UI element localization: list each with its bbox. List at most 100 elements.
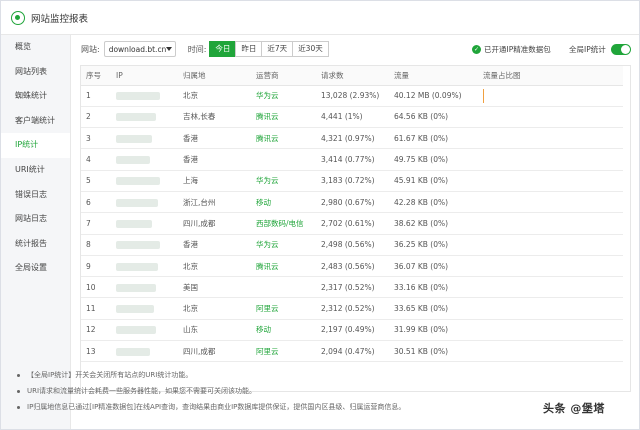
- site-select-value: download.bt.cn: [108, 44, 167, 54]
- cell-isp: 阿里云: [251, 340, 316, 363]
- sidebar-item[interactable]: 蜘蛛统计: [1, 84, 70, 109]
- time-tab[interactable]: 昨日: [235, 41, 263, 57]
- table-row: 6 浙江,台州 移动 2,980 (0.67%) 42.28 KB (0%): [81, 191, 623, 214]
- sidebar-item[interactable]: 网站日志: [1, 207, 70, 232]
- cell-ratio: [478, 319, 623, 342]
- cell-no: 6: [81, 191, 111, 214]
- cell-traffic: 61.67 KB (0%): [389, 127, 478, 150]
- column-header: 运营商: [251, 66, 316, 86]
- ip-redacted: [116, 241, 160, 250]
- cell-isp: 华为云: [251, 170, 316, 192]
- cell-isp: 华为云: [251, 234, 316, 256]
- ip-redacted: [116, 198, 158, 207]
- cell-ratio: [478, 276, 623, 299]
- table-row: 5 上海 华为云 3,183 (0.72%) 45.91 KB (0%): [81, 170, 623, 192]
- sidebar-item[interactable]: 客户端统计: [1, 109, 70, 134]
- cell-location: 四川,成都: [178, 340, 251, 363]
- site-select[interactable]: download.bt.cn: [103, 41, 176, 57]
- time-label: 时间:: [187, 44, 207, 54]
- ip-redacted: [116, 177, 160, 186]
- note-text: IP归属地信息已通过[IP精准数据包]在线API查询，查询结果由商业IP数据库提…: [27, 403, 406, 411]
- sidebar-item[interactable]: 全局设置: [1, 256, 70, 281]
- cell-isp: 腾讯云: [251, 255, 316, 278]
- cell-location: 吉林,长春: [178, 106, 251, 129]
- time-tab[interactable]: 近7天: [261, 41, 294, 57]
- check-circle-icon: ✓: [472, 45, 481, 54]
- ip-redacted: [116, 92, 160, 101]
- column-header: 请求数: [316, 66, 389, 86]
- app-window: 网站监控报表 概览 网站列表 蜘蛛统计 客户端统计 IP统计 URI统计 错误日志 网站日志统…: [0, 0, 640, 430]
- table-body: 1 北京 华为云 13,028 (2.93%) 40.12 MB (0.09%) 2 吉林,…: [81, 85, 623, 363]
- cell-ip: [111, 106, 178, 129]
- cell-traffic: 33.16 KB (0%): [389, 276, 478, 299]
- cell-ratio: [478, 148, 623, 171]
- ip-redacted: [116, 134, 152, 143]
- cell-ip: [111, 212, 178, 235]
- cell-requests: 13,028 (2.93%): [316, 85, 389, 107]
- cell-requests: 2,498 (0.56%): [316, 234, 389, 256]
- ip-redacted: [116, 156, 150, 165]
- cell-ip: [111, 319, 178, 342]
- cell-ratio: [478, 170, 623, 192]
- cell-ip: [111, 148, 178, 171]
- cell-ip: [111, 191, 178, 214]
- cell-isp: [251, 276, 316, 299]
- app-logo-icon: [11, 10, 25, 25]
- cell-no: 3: [81, 127, 111, 150]
- table-row: 8 香港 华为云 2,498 (0.56%) 36.25 KB (0%): [81, 234, 623, 256]
- cell-requests: 4,321 (0.97%): [316, 127, 389, 150]
- precise-ip-label: 已开通IP精准数据包: [484, 45, 551, 54]
- cell-no: 9: [81, 255, 111, 278]
- table-row: 12 山东 移动 2,197 (0.49%) 31.99 KB (0%): [81, 319, 623, 342]
- time-range-tabs: 今日 昨日 近7天 近30天: [209, 41, 329, 57]
- ip-redacted: [116, 326, 156, 335]
- table-row: 9 北京 腾讯云 2,483 (0.56%) 36.07 KB (0%): [81, 255, 623, 278]
- column-header: 序号: [81, 66, 111, 86]
- table-header: 序号 IP 归属地 运营商 请求数 流量 流量占比图: [81, 66, 623, 86]
- cell-no: 2: [81, 106, 111, 129]
- precise-ip-package[interactable]: ✓ 已开通IP精准数据包: [472, 44, 551, 55]
- ip-redacted: [116, 113, 156, 122]
- time-tab[interactable]: 今日: [209, 41, 237, 57]
- cell-isp: [251, 148, 316, 171]
- cell-traffic: 33.65 KB (0%): [389, 297, 478, 320]
- ip-stat-table: 序号 IP 归属地 运营商 请求数 流量 流量占比图 1 北京 华为云 13,028 (2.93%…: [80, 65, 631, 392]
- cell-isp: 华为云: [251, 85, 316, 107]
- table-row: 2 吉林,长春 腾讯云 4,441 (1%) 64.56 KB (0%): [81, 106, 623, 129]
- cell-requests: 3,414 (0.77%): [316, 148, 389, 171]
- table-row: 4 香港 3,414 (0.77%) 49.75 KB (0%): [81, 148, 623, 171]
- cell-location: 四川,成都: [178, 212, 251, 235]
- global-ip-toggle[interactable]: [610, 44, 631, 55]
- cell-ratio: [478, 127, 623, 150]
- sidebar-item[interactable]: 错误日志: [1, 183, 70, 208]
- cell-isp: 移动: [251, 319, 316, 342]
- cell-requests: 4,441 (1%): [316, 106, 389, 129]
- cell-requests: 2,980 (0.67%): [316, 191, 389, 214]
- cell-traffic: 30.51 KB (0%): [389, 340, 478, 363]
- cell-location: 山东: [178, 319, 251, 342]
- cell-ip: [111, 234, 178, 256]
- sidebar-item[interactable]: URI统计: [1, 158, 70, 183]
- cell-isp: 腾讯云: [251, 127, 316, 150]
- sidebar-item[interactable]: 统计报告: [1, 232, 70, 257]
- cell-ratio: [478, 191, 623, 214]
- cell-no: 12: [81, 319, 111, 342]
- sidebar-item[interactable]: 网站列表: [1, 60, 70, 85]
- global-ip-label: 全局IP统计: [569, 45, 606, 54]
- cell-location: 香港: [178, 234, 251, 256]
- cell-ip: [111, 85, 178, 107]
- title-bar: 网站监控报表: [1, 1, 639, 35]
- sidebar-item[interactable]: 概览: [1, 35, 70, 60]
- chevron-down-icon: [165, 47, 172, 51]
- ip-redacted: [116, 347, 150, 356]
- table-row: 3 香港 腾讯云 4,321 (0.97%) 61.67 KB (0%): [81, 127, 623, 150]
- time-tab[interactable]: 近30天: [292, 41, 329, 57]
- cell-location: 香港: [178, 148, 251, 171]
- cell-no: 11: [81, 297, 111, 320]
- cell-isp: 移动: [251, 191, 316, 214]
- notes-list: 【全局IP统计】开关会关闭所有站点的URI统计功能。 URI请求和流量统计会耗费一…: [17, 367, 537, 415]
- sidebar-item[interactable]: IP统计: [1, 133, 70, 158]
- cell-requests: 2,197 (0.49%): [316, 319, 389, 342]
- traffic-ratio-bar: [483, 88, 484, 103]
- cell-ratio: [478, 234, 623, 256]
